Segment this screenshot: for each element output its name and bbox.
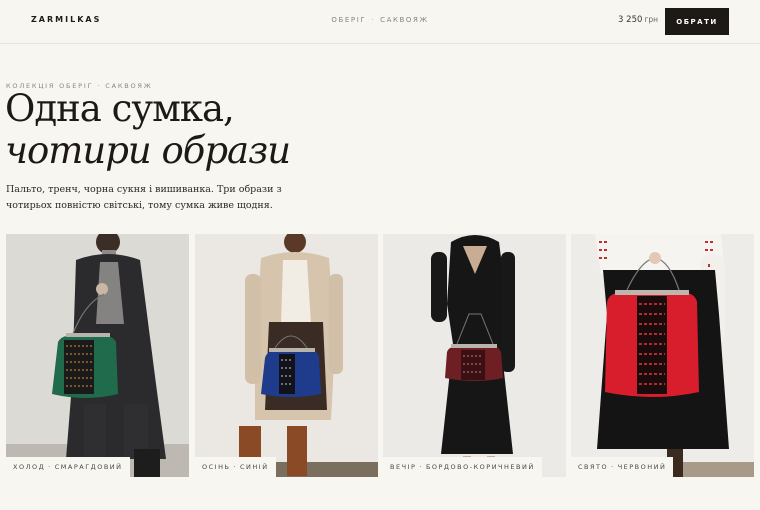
look-mood: ХОЛОД (13, 463, 46, 471)
look-color: СИНІЙ (240, 463, 269, 471)
look-separator: · (611, 463, 615, 471)
look-photo-evening (383, 234, 566, 477)
look-label-holiday: СВЯТО · ЧЕРВОНИЙ (571, 457, 674, 477)
intro-paragraph: Пальто, тренч, чорна сукня і вишиванка. … (6, 184, 282, 211)
look-mood: ВЕЧІР (390, 463, 417, 471)
choose-button[interactable]: ОБРАТИ (665, 8, 729, 35)
look-photo-autumn (195, 234, 378, 477)
look-photo-cold (6, 234, 189, 477)
look-card-holiday[interactable]: СВЯТО · ЧЕРВОНИЙ (571, 234, 754, 477)
look-separator: · (48, 463, 52, 471)
look-mood: СВЯТО (578, 463, 609, 471)
look-card-autumn[interactable]: ОСІНЬ · СИНІЙ (195, 234, 378, 477)
breadcrumb-item-product: САКВОЯЖ (380, 16, 429, 24)
product-price: 3 250 грн (594, 15, 658, 25)
look-separator: · (419, 463, 423, 471)
look-color: БОРДОВО-КОРИЧНЕВИЙ (425, 463, 535, 471)
look-separator: · (233, 463, 237, 471)
look-card-evening[interactable]: ВЕЧІР · БОРДОВО-КОРИЧНЕВИЙ (383, 234, 566, 477)
title-line-2: чотири образи (5, 129, 291, 172)
look-card-cold[interactable]: ХОЛОД · СМАРАГДОВИЙ (6, 234, 189, 477)
look-photo-holiday (571, 234, 754, 477)
title-line-1: Одна сумка, (5, 87, 235, 130)
site-header: ZARMILKAS ОБЕРІГ · САКВОЯЖ 3 250 грн ОБРАТИ (0, 0, 760, 44)
look-label-cold: ХОЛОД · СМАРАГДОВИЙ (6, 457, 130, 477)
looks-gallery: ХОЛОД · СМАРАГДОВИЙ ОСІНЬ · СИНІЙ ВЕЧІР … (6, 234, 754, 477)
page-title: Одна сумка, чотири образи (5, 87, 291, 172)
look-color: ЧЕРВОНИЙ (617, 463, 667, 471)
look-color: СМАРАГДОВИЙ (54, 463, 123, 471)
price-value: 3 250 (618, 15, 643, 25)
price-currency: грн (644, 15, 658, 24)
page-footer-space (0, 478, 760, 510)
breadcrumb-separator: · (371, 16, 376, 24)
look-label-autumn: ОСІНЬ · СИНІЙ (195, 457, 276, 477)
breadcrumb-item-collection[interactable]: ОБЕРІГ (331, 16, 366, 24)
look-label-evening: ВЕЧІР · БОРДОВО-КОРИЧНЕВИЙ (383, 457, 542, 477)
look-mood: ОСІНЬ (202, 463, 231, 471)
